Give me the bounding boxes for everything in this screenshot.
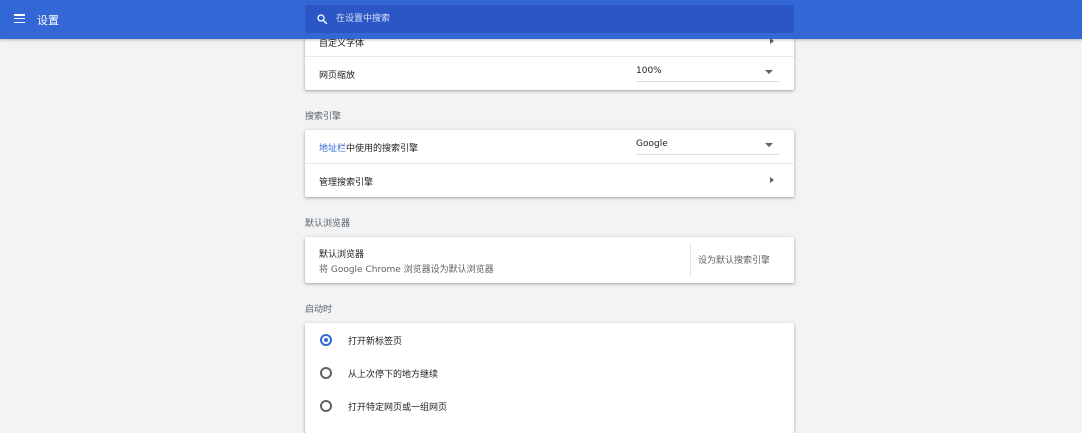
- page-zoom-value: 100%: [636, 66, 662, 76]
- default-browser-subtitle: 将 Google Chrome 浏览器设为默认浏览器: [319, 265, 494, 275]
- search-engine-value: Google: [636, 139, 668, 149]
- chevron-right-icon: [770, 177, 774, 183]
- menu-icon[interactable]: [14, 14, 25, 24]
- default-browser-card: 默认浏览器 将 Google Chrome 浏览器设为默认浏览器 设为默认搜索引…: [305, 237, 794, 283]
- startup-option-label: 打开新标签页: [348, 337, 403, 347]
- startup-section-title: 启动时: [305, 305, 333, 315]
- make-default-button[interactable]: 设为默认搜索引擎: [698, 253, 770, 266]
- radio-checked-icon[interactable]: [320, 334, 332, 346]
- search-box[interactable]: [305, 5, 794, 33]
- startup-option-new-tab[interactable]: 打开新标签页: [305, 323, 794, 356]
- startup-card: 打开新标签页 从上次停下的地方继续 打开特定网页或一组网页: [305, 323, 794, 433]
- address-bar-link[interactable]: 地址栏: [319, 144, 346, 154]
- search-engine-select[interactable]: Google: [636, 136, 779, 155]
- search-input[interactable]: [336, 11, 776, 27]
- startup-option-continue[interactable]: 从上次停下的地方继续: [305, 356, 794, 389]
- default-browser-section-title: 默认浏览器: [305, 219, 351, 229]
- startup-option-label: 从上次停下的地方继续: [348, 370, 439, 380]
- address-bar-engine-row: 地址栏中使用的搜索引擎 Google: [305, 130, 794, 163]
- radio-unchecked-icon[interactable]: [320, 367, 332, 379]
- search-engine-card: 地址栏中使用的搜索引擎 Google 管理搜索引擎: [305, 130, 794, 197]
- search-icon[interactable]: [316, 13, 328, 25]
- divider: [690, 243, 691, 277]
- startup-option-label: 打开特定网页或一组网页: [348, 403, 448, 413]
- default-browser-title: 默认浏览器: [319, 250, 365, 260]
- page-zoom-row: 网页缩放 100%: [305, 56, 794, 90]
- dropdown-arrow-icon: [765, 70, 773, 74]
- address-bar-engine-label: 地址栏中使用的搜索引擎: [319, 141, 418, 154]
- search-engine-section-title: 搜索引擎: [305, 112, 342, 122]
- settings-toolbar: 设置: [0, 0, 1082, 39]
- page-zoom-select[interactable]: 100%: [636, 63, 779, 82]
- manage-search-engines-label: 管理搜索引擎: [319, 178, 374, 188]
- dropdown-arrow-icon: [765, 143, 773, 147]
- startup-option-specific-pages[interactable]: 打开特定网页或一组网页: [305, 389, 794, 422]
- page-zoom-label: 网页缩放: [319, 71, 356, 81]
- page-title: 设置: [37, 14, 59, 27]
- radio-unchecked-icon[interactable]: [320, 400, 332, 412]
- manage-search-engines-row[interactable]: 管理搜索引擎: [305, 163, 794, 197]
- address-bar-engine-text: 中使用的搜索引擎: [346, 144, 419, 154]
